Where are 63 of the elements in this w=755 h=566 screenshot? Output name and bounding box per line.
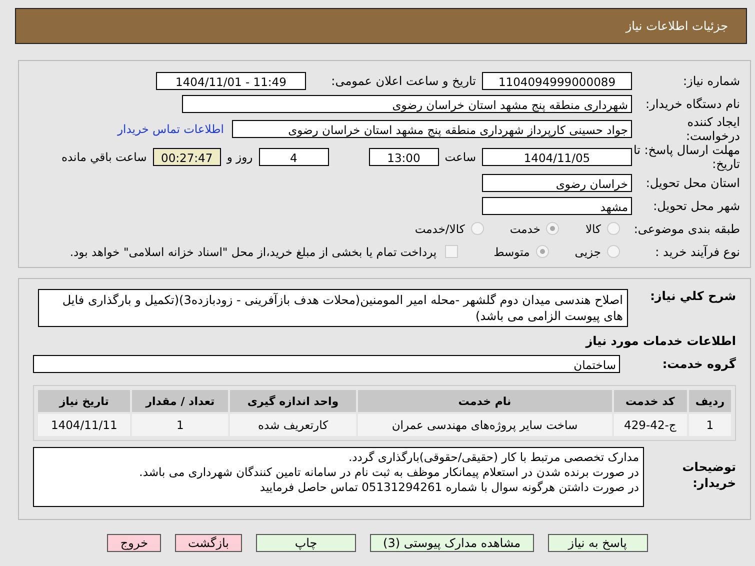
field-label: مهلت ارسال پاسخ: تا تاریخ:: [632, 143, 740, 171]
radio-label: متوسط: [494, 244, 530, 258]
notes-line: در صورت داشتن هرگونه سوال با شماره 05131294261 تماس حاصل فرمایید: [258, 480, 639, 495]
column-header: واحد اندازه گیری: [230, 390, 356, 412]
need-number-field: 1104094999000089: [482, 72, 632, 90]
radio-label: کالا/خدمت: [414, 222, 465, 236]
table-cell: 1404/11/11: [38, 414, 130, 436]
field-label: نام دستگاه خریدار:: [644, 96, 740, 110]
remaining-time-field: 00:27:47: [152, 148, 221, 166]
field-label: شماره نیاز:: [682, 74, 740, 88]
action-button[interactable]: مشاهده مدارک پیوستی (3): [370, 534, 534, 552]
buyer-field: شهرداری منطقه پنج مشهد استان خراسان رضوی: [182, 94, 632, 112]
deadline-time-field: 13:00: [368, 148, 439, 166]
table-cell: ساخت سایر پروژه‌های مهندسی عمران: [358, 414, 612, 436]
table-cell: ج-42-429: [614, 414, 687, 436]
field-label: شهر محل تحویل:: [652, 198, 740, 212]
column-header: تاریخ نیاز: [38, 390, 130, 412]
column-header: ردیف: [688, 390, 731, 412]
action-button[interactable]: پاسخ به نیاز: [548, 534, 648, 552]
notes-line: مدارک تخصصی مرتبط با کار (حقیقی/حقوقی)بارگذاری گردد.: [348, 450, 639, 465]
column-header: کد خدمت: [614, 390, 687, 412]
table-cell: کارتعریف شده: [230, 414, 356, 436]
radio-button[interactable]: [546, 222, 560, 235]
radio-label: کالا: [585, 222, 601, 236]
checkbox-label: پرداخت تمام یا بخشی از مبلغ خرید،از محل "اسناد خزانه اسلامی" خواهد بود.: [70, 244, 437, 258]
city-field: مشهد: [482, 196, 632, 214]
column-header: تعداد / مقدار: [132, 390, 228, 412]
summary-textarea[interactable]: اصلاح هندسی میدان دوم گلشهر -محله امیر المومنین(محلات هدف بازآفرینی - زودبازده3)(تکمیل و بارگذاری فایل های پیوست الزامی می باشد): [38, 289, 628, 327]
action-button[interactable]: خروج: [107, 534, 161, 552]
radio-label: جزیی: [574, 244, 601, 258]
creator-field: جواد حسینی کارپرداز شهرداری منطقه پنج مشهد استان خراسان رضوی: [232, 120, 632, 138]
field-label: توضیحات خریدار:: [681, 459, 736, 491]
radio-button[interactable]: [607, 245, 620, 258]
contact-link[interactable]: اطلاعات تماس خریدار: [117, 122, 232, 136]
radio-button[interactable]: [536, 245, 549, 258]
time-label: ساعت: [444, 150, 477, 164]
column-header: نام خدمت: [358, 390, 612, 412]
notes-line: در صورت برنده شدن در استعلام پیمانکار موظف به ثبت نام در سامانه تامین کنندگان شهرداری می باشد.: [138, 465, 639, 480]
field-label: نوع فرآیند خرید :: [654, 244, 740, 258]
field-label: استان محل تحویل:: [644, 176, 740, 190]
radio-label: خدمت: [510, 222, 540, 236]
action-button[interactable]: چاپ: [256, 534, 356, 552]
field-label: گروه خدمت:: [661, 356, 736, 370]
action-button[interactable]: بازگشت: [175, 534, 242, 552]
deadline-date-field: 1404/11/05: [482, 148, 632, 166]
field-label: شرح کلي نیاز:: [649, 289, 736, 303]
checkbox[interactable]: [444, 245, 458, 258]
radio-button[interactable]: [607, 222, 620, 235]
table-cell: 1: [688, 414, 731, 436]
service-group-field: ساختمان: [33, 354, 620, 372]
province-field: خراسان رضوی: [482, 174, 632, 192]
remaining-label: ساعت باقي مانده: [60, 150, 148, 164]
field-label: تاریخ و ساعت اعلان عمومی:: [330, 74, 477, 88]
table-cell: 1: [132, 414, 228, 436]
radio-button[interactable]: [470, 222, 484, 235]
days-field: 4: [258, 148, 329, 166]
notes-textarea[interactable]: [33, 447, 644, 507]
field-label: طبقه بندی موضوعی:: [632, 222, 740, 236]
section-heading: اطلاعات خدمات مورد نیاز: [586, 332, 736, 350]
days-label: روز و: [225, 150, 254, 164]
page-title: جزئیات اطلاعات نیاز: [626, 19, 728, 33]
announce-date-field: 1404/11/01 - 11:49: [156, 72, 306, 90]
field-label: ایجاد کننده درخواست:: [685, 115, 740, 143]
